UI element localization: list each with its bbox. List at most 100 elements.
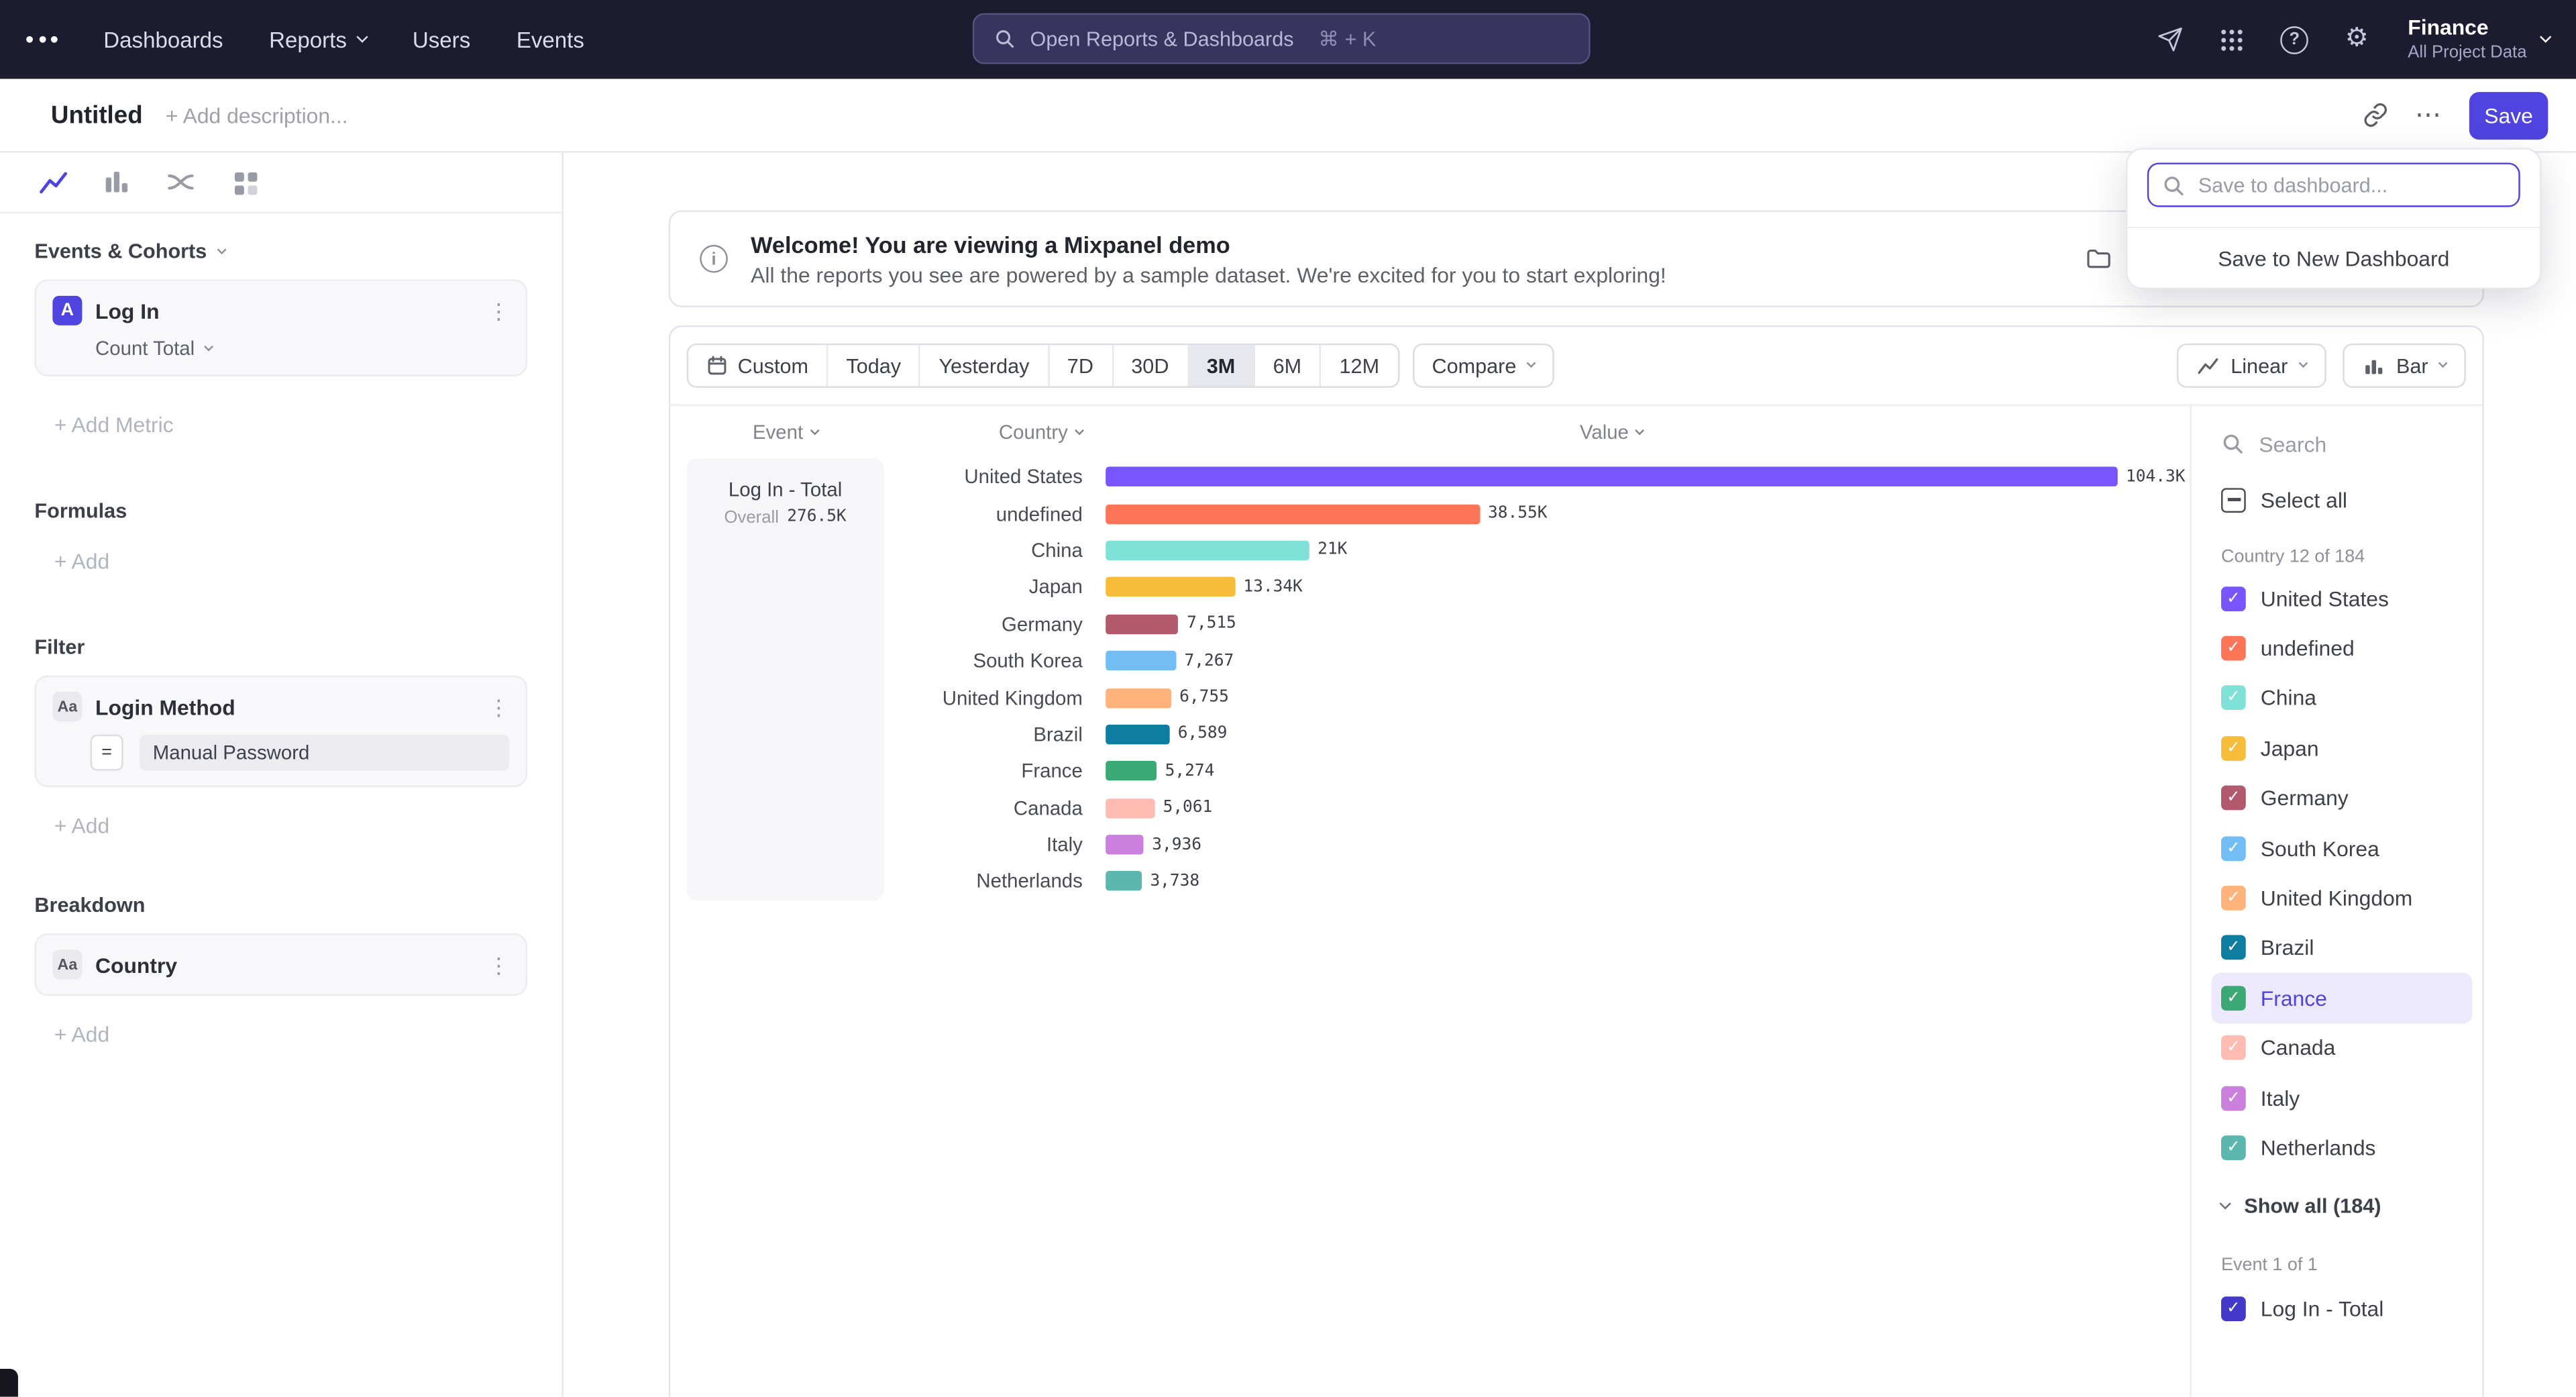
value-bar[interactable] [1106,541,1309,560]
project-name: Finance [2408,15,2526,42]
value-bar[interactable] [1106,577,1235,597]
value-bar[interactable] [1106,651,1176,670]
legend-item-canada[interactable]: ✓Canada [2211,1023,2472,1073]
link-icon[interactable] [2363,102,2389,128]
select-all-row[interactable]: Select all [2221,478,2463,521]
clipped-corner-widget [0,1369,18,1397]
range-custom[interactable]: Custom [688,345,826,386]
range-yesterday[interactable]: Yesterday [919,345,1047,386]
range-30d[interactable]: 30D [1112,345,1187,386]
legend-item-brazil[interactable]: ✓Brazil [2211,923,2472,973]
checkbox-checked[interactable]: ✓ [2221,586,2246,611]
value-bar[interactable] [1106,504,1480,523]
nav-users[interactable]: Users [413,27,470,52]
nav-dashboards[interactable]: Dashboards [103,27,223,52]
event-summary-cell[interactable]: Log In - Total Overall 276.5K [687,458,884,900]
legend-event-item[interactable]: ✓ Log In - Total [2221,1284,2463,1333]
apps-grid-icon[interactable] [2210,18,2253,61]
checkbox-checked[interactable]: ✓ [2221,736,2246,761]
header-country[interactable]: Country [884,421,1106,444]
checkbox-checked[interactable]: ✓ [2221,636,2246,661]
kebab-menu-icon[interactable]: ⋮ [488,954,509,976]
save-to-new-dashboard-item[interactable]: Save to New Dashboard [2127,227,2540,288]
report-title[interactable]: Untitled [51,101,143,130]
value-bar[interactable] [1106,688,1171,707]
project-switcher[interactable]: Finance All Project Data [2408,15,2550,64]
checkbox-checked[interactable]: ✓ [2221,1086,2246,1110]
app-menu-dots-icon[interactable] [26,36,58,43]
metric-event-name[interactable]: Log In [95,298,160,323]
nav-reports[interactable]: Reports [269,27,366,52]
events-cohorts-section-label[interactable]: Events & Cohorts [34,240,527,263]
line-style-dropdown[interactable]: Linear [2176,344,2325,388]
breakdown-card[interactable]: Aa Country ⋮ [34,933,527,996]
aggregation-selector[interactable]: Count Total [95,337,509,360]
tab-retention[interactable] [223,161,266,204]
legend-item-netherlands[interactable]: ✓Netherlands [2211,1123,2472,1172]
kebab-menu-icon[interactable]: ⋮ [488,300,509,321]
filter-value[interactable]: Manual Password [140,735,509,771]
filter-property-name[interactable]: Login Method [95,694,235,719]
add-description-field[interactable]: + Add description... [166,103,348,127]
chart-row: France5,274 [884,753,2190,790]
checkbox-checked[interactable]: ✓ [2221,986,2246,1011]
legend-item-france[interactable]: ✓France [2211,973,2472,1023]
nav-events[interactable]: Events [517,27,584,52]
more-options-icon[interactable]: ⋯ [2415,99,2443,132]
header-value[interactable]: Value [1106,421,2118,444]
checkbox-checked[interactable]: ✓ [2221,836,2246,861]
add-metric-button[interactable]: + Add Metric [34,413,527,437]
value-bar[interactable] [1106,798,1155,817]
tab-insights[interactable] [32,161,74,204]
value-bar[interactable] [1106,467,2118,486]
header-event[interactable]: Event [687,421,884,444]
legend-item-undefined[interactable]: ✓undefined [2211,623,2472,673]
tab-flows[interactable] [160,161,203,204]
value-bar[interactable] [1106,872,1142,891]
value-bar[interactable] [1106,835,1144,854]
legend-item-germany[interactable]: ✓Germany [2211,773,2472,823]
save-button[interactable]: Save [2469,91,2548,139]
save-to-dashboard-input[interactable] [2147,162,2520,207]
legend-item-south-korea[interactable]: ✓South Korea [2211,823,2472,873]
breakdown-property-name[interactable]: Country [95,952,177,977]
show-all-button[interactable]: Show all (184) [2221,1180,2463,1232]
value-bar[interactable] [1106,762,1157,781]
gear-icon[interactable]: ⚙ [2336,18,2379,61]
chevron-down-icon [357,31,368,42]
checkbox-checked[interactable]: ✓ [2221,686,2246,711]
filter-card[interactable]: Aa Login Method ⋮ = Manual Password [34,676,527,788]
checkbox-checked[interactable]: ✓ [2221,936,2246,961]
global-search-bar[interactable]: Open Reports & Dashboards ⌘ + K [973,13,1591,64]
range-3m-selected[interactable]: 3M [1187,345,1253,386]
add-formula-button[interactable]: + Add [34,549,527,574]
help-icon[interactable]: ? [2273,18,2316,61]
metric-card[interactable]: A Log In ⋮ Count Total [34,279,527,376]
add-filter-button[interactable]: + Add [34,813,527,838]
filter-operator[interactable]: = [91,735,123,771]
checkbox-indeterminate[interactable] [2221,487,2246,512]
tab-funnels[interactable] [95,161,138,204]
value-bar[interactable] [1106,725,1169,744]
legend-item-japan[interactable]: ✓Japan [2211,723,2472,773]
range-7d[interactable]: 7D [1047,345,1111,386]
range-12m[interactable]: 12M [1320,345,1397,386]
legend-search-input[interactable] [2259,431,2439,456]
compare-button[interactable]: Compare [1412,344,1554,388]
checkbox-checked[interactable]: ✓ [2221,886,2246,911]
paper-plane-icon[interactable] [2148,18,2191,61]
value-bar[interactable] [1106,614,1179,633]
legend-event-checkbox[interactable]: ✓ [2221,1297,2246,1322]
chart-type-dropdown[interactable]: Bar [2342,344,2466,388]
checkbox-checked[interactable]: ✓ [2221,1035,2246,1060]
add-breakdown-button[interactable]: + Add [34,1022,527,1047]
kebab-menu-icon[interactable]: ⋮ [488,696,509,717]
checkbox-checked[interactable]: ✓ [2221,786,2246,811]
legend-item-united-kingdom[interactable]: ✓United Kingdom [2211,873,2472,923]
legend-item-china[interactable]: ✓China [2211,674,2472,723]
legend-item-united-states[interactable]: ✓United States [2211,574,2472,623]
checkbox-checked[interactable]: ✓ [2221,1135,2246,1160]
range-6m[interactable]: 6M [1253,345,1320,386]
legend-item-italy[interactable]: ✓Italy [2211,1073,2472,1123]
range-today[interactable]: Today [826,345,919,386]
